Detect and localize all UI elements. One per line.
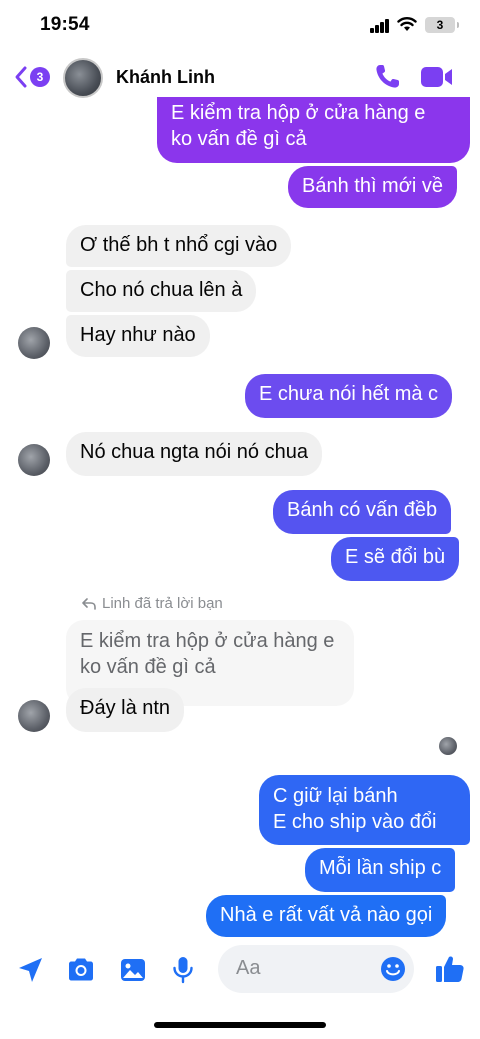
- avatar[interactable]: [18, 327, 50, 359]
- avatar[interactable]: [18, 700, 50, 732]
- back-button[interactable]: 3: [14, 64, 54, 90]
- message-text: Ơ thế bh t nhổ cgi vào: [80, 234, 278, 256]
- message-bubble-outgoing[interactable]: E kiểm tra hộp ở cửa hàng e ko vấn đề gì…: [157, 97, 470, 163]
- message-text: Nó chua ngta nói nó chua: [80, 441, 308, 463]
- message-line: ko vấn đề gì cả: [171, 128, 307, 150]
- back-chevron-icon: [15, 66, 27, 88]
- message-bubble-outgoing[interactable]: Bánh thì mới về: [288, 166, 457, 208]
- avatar[interactable]: [18, 444, 50, 476]
- home-indicator[interactable]: [154, 1022, 326, 1028]
- message-line: E kiểm tra hộp ở cửa hàng e: [171, 102, 426, 124]
- message-line: E cho ship vào đổi: [273, 811, 437, 833]
- avatar[interactable]: [63, 58, 103, 98]
- message-composer: Aa: [0, 945, 480, 995]
- wifi-icon: [397, 17, 417, 31]
- message-text: Cho nó chua lên à: [80, 279, 243, 301]
- read-receipt-avatar: [439, 737, 457, 755]
- reply-label: Linh đã trả lời bạn: [82, 595, 223, 612]
- message-bubble-outgoing[interactable]: E chưa nói hết mà c: [245, 374, 453, 418]
- message-bubble-incoming[interactable]: Cho nó chua lên à: [66, 270, 257, 312]
- message-text: Bánh thì mới về: [302, 175, 443, 197]
- message-bubble-incoming[interactable]: Ơ thế bh t nhổ cgi vào: [66, 225, 292, 267]
- message-input[interactable]: Aa: [218, 945, 414, 993]
- camera-icon[interactable]: [66, 955, 96, 985]
- message-bubble-outgoing[interactable]: Mỗi lần ship c: [305, 848, 456, 892]
- message-line: C giữ lại bánh: [273, 785, 398, 807]
- message-text: Hay như nào: [80, 324, 196, 346]
- message-text: E sẽ đổi bù: [345, 546, 446, 568]
- cell-signal-icon: [370, 19, 390, 33]
- message-text: E chưa nói hết mà c: [259, 383, 439, 405]
- image-icon[interactable]: [118, 955, 148, 985]
- message-bubble-outgoing[interactable]: E sẽ đổi bù: [331, 537, 460, 581]
- message-text: Bánh có vấn đềb: [287, 499, 438, 521]
- thumbs-up-icon[interactable]: [434, 953, 466, 985]
- send-location-icon[interactable]: [16, 955, 46, 985]
- emoji-icon[interactable]: [380, 956, 406, 982]
- status-bar: 19:54 3: [0, 0, 480, 52]
- message-text: Đáy là ntn: [80, 697, 171, 719]
- message-text: Nhà e rất vất vả nào gọi: [220, 904, 433, 926]
- phone-icon[interactable]: [372, 62, 402, 92]
- message-bubble-incoming[interactable]: Đáy là ntn: [66, 688, 185, 732]
- conversation-header: 3 Khánh Linh: [0, 52, 480, 102]
- battery-indicator: 3: [425, 17, 459, 33]
- video-camera-icon[interactable]: [420, 64, 454, 90]
- message-bubble-incoming[interactable]: Nó chua ngta nói nó chua: [66, 432, 322, 476]
- reply-label-text: Linh đã trả lời bạn: [102, 595, 223, 612]
- reply-arrow-icon: [82, 597, 96, 610]
- message-input-placeholder: Aa: [236, 957, 261, 979]
- unread-count-badge: 3: [30, 67, 50, 87]
- status-time: 19:54: [40, 14, 90, 35]
- message-text: Mỗi lần ship c: [319, 857, 442, 879]
- message-bubble-outgoing[interactable]: Nhà e rất vất vả nào gọi: [206, 895, 447, 937]
- microphone-icon[interactable]: [168, 955, 198, 985]
- message-bubble-outgoing[interactable]: Bánh có vấn đềb: [273, 490, 452, 534]
- contact-name[interactable]: Khánh Linh: [116, 67, 215, 88]
- message-bubble-outgoing[interactable]: C giữ lại bánh E cho ship vào đổi: [259, 775, 470, 845]
- message-bubble-incoming[interactable]: Hay như nào: [66, 315, 210, 357]
